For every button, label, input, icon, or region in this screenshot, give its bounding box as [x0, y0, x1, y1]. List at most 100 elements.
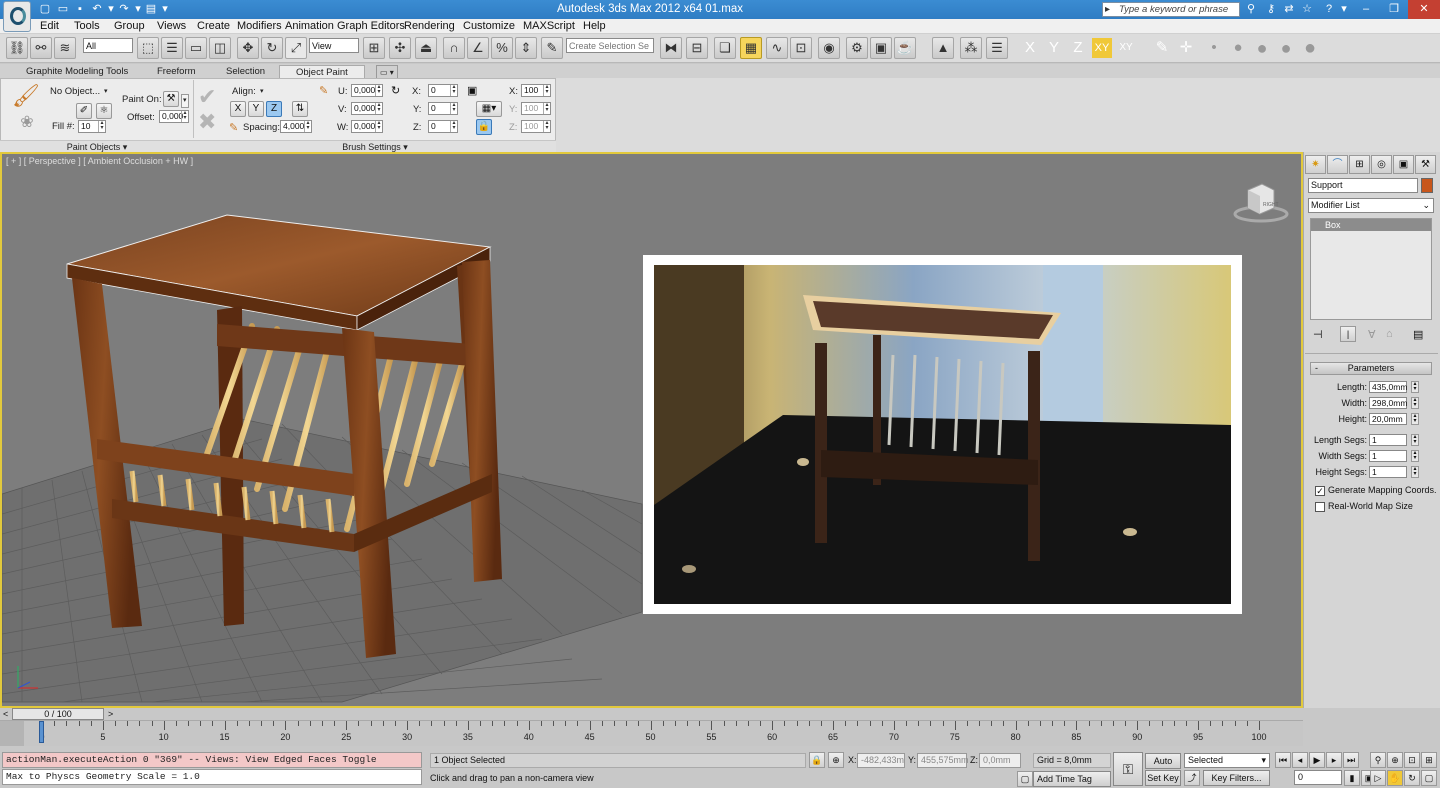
flip-normal-icon[interactable]: ⇅ [292, 101, 308, 117]
utilities-tab-icon[interactable]: ⚒ [1415, 155, 1436, 174]
select-link-icon[interactable]: ⛓ [6, 37, 28, 59]
menu-views[interactable]: Views [157, 20, 186, 33]
height-spinner[interactable]: 20,0mm [1369, 413, 1407, 425]
graphite-toggle-icon[interactable]: ▦ [740, 37, 762, 59]
plus-icon[interactable]: ✛ [1176, 38, 1196, 58]
maximize-viewport-icon[interactable]: ▢ [1421, 770, 1437, 786]
goto-start-icon[interactable]: ⏮ [1275, 752, 1291, 768]
display-tab-icon[interactable]: ▣ [1393, 155, 1414, 174]
y-coord-field[interactable]: 455,575mm [917, 753, 969, 768]
length-spinner[interactable]: 435,0mm [1369, 381, 1407, 393]
undo-dropdown-icon[interactable]: ▾ [104, 2, 118, 16]
dot-small-icon[interactable]: • [1204, 38, 1224, 58]
orbit-icon[interactable]: ↻ [1404, 770, 1420, 786]
tab-object-paint[interactable]: Object Paint [279, 65, 365, 79]
scale-y-spinner[interactable]: 100 ▴ ▾ [521, 102, 551, 115]
play-icon[interactable]: ▶ [1309, 752, 1325, 768]
pick-object-icon[interactable]: ✐ [76, 103, 92, 119]
prev-frame-icon[interactable]: ◂ [1292, 752, 1308, 768]
object-name-field[interactable]: Support [1308, 178, 1418, 193]
set-key-button[interactable]: Set Key [1145, 770, 1181, 786]
rect-selection-icon[interactable]: ▭ [185, 37, 207, 59]
time-cursor[interactable] [39, 721, 44, 743]
layer-manager-icon[interactable]: ❏ [714, 37, 736, 59]
render-setup-icon[interactable]: ⚙ [846, 37, 868, 59]
window-crossing-icon[interactable]: ◫ [209, 37, 231, 59]
time-next-icon[interactable]: > [108, 709, 113, 719]
time-slider[interactable] [0, 708, 1303, 721]
rendered-frame-icon[interactable]: ▣ [870, 37, 892, 59]
real-world-checkbox[interactable] [1315, 502, 1325, 512]
time-tag-icon[interactable]: ▢ [1017, 771, 1033, 787]
manipulate-icon[interactable]: ✣ [389, 37, 411, 59]
maxscript-listener-output[interactable]: actionMan.executeAction 0 "369" -- Views… [2, 752, 422, 768]
quick-access-dropdown-icon[interactable]: ▾ [158, 2, 172, 16]
menu-tools[interactable]: Tools [74, 20, 100, 33]
save-file-icon[interactable]: ▪ [73, 2, 87, 16]
brush-settings-group-label[interactable]: Brush Settings ▾ [194, 140, 556, 152]
rot-z-spinner[interactable]: 0 ▴ ▾ [428, 120, 458, 133]
help-icon[interactable]: ? [1321, 2, 1337, 17]
subscription-icon[interactable]: ⚷ [1263, 2, 1279, 17]
paint-objects-group-label[interactable]: Paint Objects ▾ [0, 140, 194, 152]
dot-larger-icon[interactable]: ● [1276, 38, 1296, 58]
snaps-toggle-icon[interactable]: ∩ [443, 37, 465, 59]
tab-selection[interactable]: Selection [226, 65, 265, 78]
time-slider-thumb[interactable]: 0 / 100 [12, 708, 104, 720]
motion-tab-icon[interactable]: ◎ [1371, 155, 1392, 174]
configure-sets-icon[interactable]: ▤ [1413, 328, 1423, 341]
menu-group[interactable]: Group [114, 20, 145, 33]
keyboard-shortcut-icon[interactable]: ⏏ [415, 37, 437, 59]
hierarchy-tab-icon[interactable]: ⊞ [1349, 155, 1370, 174]
cancel-x-icon[interactable]: ✖ [198, 109, 216, 135]
modify-tab-icon[interactable]: ⌒ [1327, 155, 1348, 174]
zoom-icon[interactable]: ⚲ [1370, 752, 1386, 768]
dot-large-icon[interactable]: ● [1252, 38, 1272, 58]
default-in-out-icon[interactable]: ⤴ [1184, 770, 1200, 786]
percent-snap-icon[interactable]: % [491, 37, 513, 59]
width-segs-arrows[interactable]: ▴ ▾ [1411, 450, 1419, 462]
length-segs-spinner[interactable]: 1 [1369, 434, 1407, 446]
move-icon[interactable]: ✥ [237, 37, 259, 59]
paint-object-selector[interactable]: No Object... [50, 86, 100, 98]
scale-icon[interactable]: ⤢ [285, 37, 307, 59]
paint-brush-icon[interactable]: 🖌 [12, 83, 40, 111]
spinner-snap-icon[interactable]: ⇕ [515, 37, 537, 59]
menu-edit[interactable]: Edit [40, 20, 59, 33]
zoom-extents-all-icon[interactable]: ⊞ [1421, 752, 1437, 768]
paint-object-dropdown-icon[interactable]: ▾ [104, 86, 108, 98]
zoom-extents-icon[interactable]: ⊡ [1404, 752, 1420, 768]
align-dropdown-icon[interactable]: ▾ [260, 86, 264, 98]
axis-y-button[interactable]: Y [1044, 38, 1064, 58]
axis-xy-cycle-button[interactable]: XY [1116, 38, 1136, 58]
align-icon[interactable]: ⊟ [686, 37, 708, 59]
selection-filter-dropdown[interactable]: All [83, 38, 133, 53]
length-segs-arrows[interactable]: ▴ ▾ [1411, 434, 1419, 446]
angle-snap-icon[interactable]: ∠ [467, 37, 489, 59]
redo-icon[interactable]: ↷ [117, 2, 131, 16]
goto-end-icon[interactable]: ⏭ [1343, 752, 1359, 768]
time-prev-icon[interactable]: < [3, 709, 8, 719]
viewport-label[interactable]: [ + ] [ Perspective ] [ Ambient Occlusio… [6, 156, 193, 166]
object-color-swatch[interactable] [1421, 178, 1433, 193]
named-selection-dropdown[interactable]: Create Selection Se [566, 38, 654, 53]
extras-icon[interactable]: ☰ [986, 37, 1008, 59]
rotate-icon[interactable]: ↻ [261, 37, 283, 59]
align-y-button[interactable]: Y [248, 101, 264, 117]
ruler-icon[interactable]: ✎ [1152, 38, 1172, 58]
favorites-icon[interactable]: ☆ [1299, 2, 1315, 17]
remove-modifier-icon[interactable]: ⌂ [1386, 328, 1393, 340]
show-end-result-icon[interactable]: | [1340, 326, 1356, 342]
menu-create[interactable]: Create [197, 20, 230, 33]
viewcube[interactable]: RIGHT [1232, 180, 1290, 224]
key-mode-dropdown[interactable]: Selected ▾ [1184, 753, 1270, 768]
axis-z-button[interactable]: Z [1068, 38, 1088, 58]
help-dropdown-icon[interactable]: ▾ [1336, 2, 1352, 17]
unlink-icon[interactable]: ⚯ [30, 37, 52, 59]
auto-key-button[interactable]: Auto Key [1145, 753, 1181, 780]
render-production-icon[interactable]: ☕ [894, 37, 916, 59]
align-z-button[interactable]: Z [266, 101, 282, 117]
generate-mapping-checkbox[interactable]: ✓ [1315, 486, 1325, 496]
open-file-icon[interactable]: ▭ [56, 2, 70, 16]
pin-stack-icon[interactable]: ⊣ [1313, 328, 1323, 341]
